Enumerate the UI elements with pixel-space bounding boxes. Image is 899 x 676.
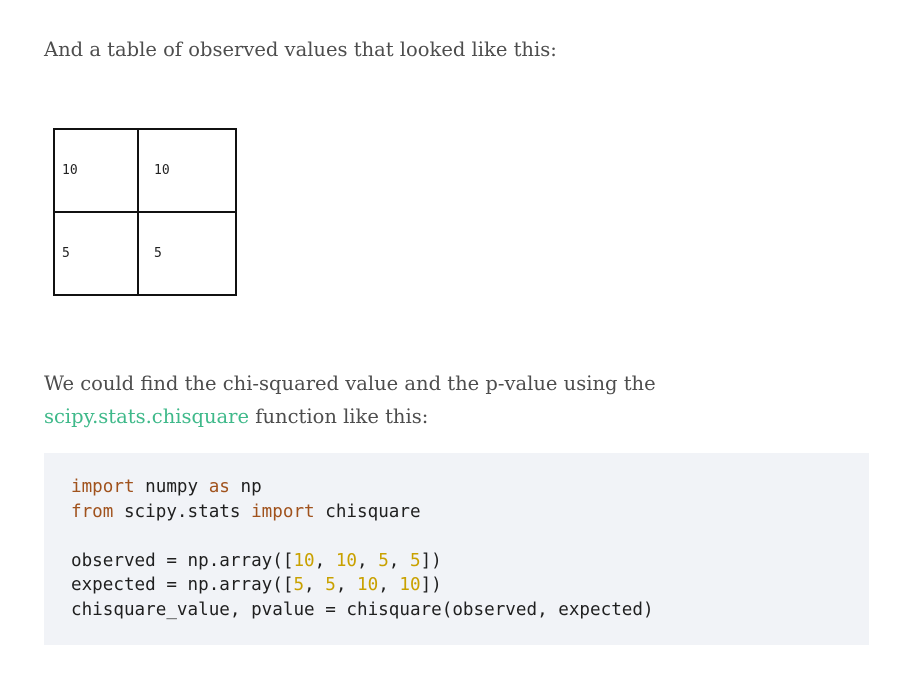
code-keyword: import bbox=[71, 477, 135, 497]
code-keyword: import bbox=[251, 501, 315, 522]
observed-values-table: 10 10 5 5 bbox=[53, 128, 237, 296]
code-text: observed = np.array([ bbox=[71, 550, 294, 571]
code-number: 5 bbox=[293, 575, 305, 595]
code-block: import numpy as np from scipy.stats impo… bbox=[44, 453, 869, 645]
table-row: 5 5 bbox=[53, 211, 237, 296]
code-keyword: as bbox=[208, 477, 230, 497]
code-text: ]) bbox=[420, 575, 442, 595]
code-number: 10 bbox=[335, 550, 358, 571]
code-text: numpy bbox=[134, 477, 209, 497]
table-cell: 10 bbox=[53, 128, 139, 213]
paragraph-text: function like this: bbox=[249, 405, 429, 428]
scipy-chisquare-link[interactable]: scipy.stats.chisquare bbox=[44, 405, 249, 428]
intro-paragraph: And a table of observed values that look… bbox=[44, 38, 557, 61]
code-keyword: from bbox=[71, 501, 114, 522]
code-text: ]) bbox=[420, 550, 442, 571]
code-number: 5 bbox=[409, 550, 421, 571]
code-number: 5 bbox=[378, 550, 389, 571]
code-number: 5 bbox=[325, 575, 336, 595]
code-text: np bbox=[229, 477, 262, 497]
code-text: expected = np.array([ bbox=[71, 575, 294, 595]
paragraph-text: We could find the chi-squared value and … bbox=[44, 372, 656, 395]
chisquare-paragraph: We could find the chi-squared value and … bbox=[44, 367, 656, 433]
code-number: 10 bbox=[293, 550, 315, 571]
table-cell: 5 bbox=[53, 211, 139, 296]
code-text: chisquare_value, pvalue = chisquare(obse… bbox=[71, 599, 654, 620]
table-cell: 10 bbox=[137, 128, 237, 213]
code-number: 10 bbox=[357, 575, 379, 595]
code-number: 10 bbox=[399, 575, 421, 595]
code-text: scipy.stats bbox=[113, 501, 252, 522]
table-row: 10 10 bbox=[53, 128, 237, 213]
table-cell: 5 bbox=[137, 211, 237, 296]
code-text: chisquare bbox=[314, 501, 421, 522]
